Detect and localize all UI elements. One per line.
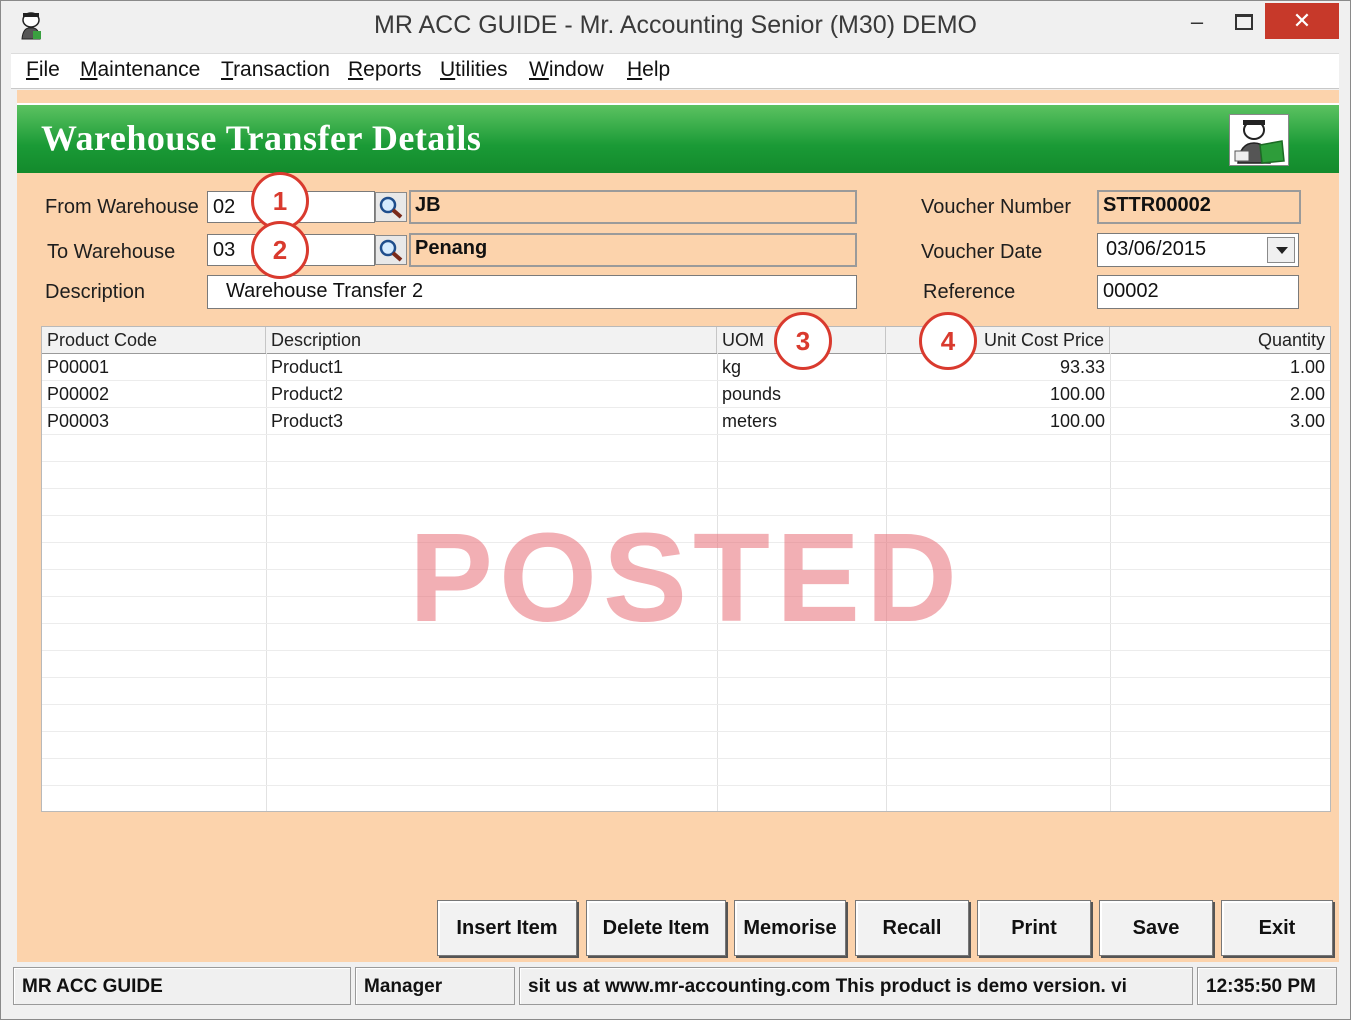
table-cell-uom[interactable]: pounds	[717, 381, 886, 407]
table-cell-unit-cost[interactable]: 93.33	[886, 354, 1110, 380]
to-warehouse-lookup-button[interactable]	[375, 235, 407, 265]
from-warehouse-label: From Warehouse	[45, 196, 199, 218]
save-button[interactable]: Save	[1099, 900, 1213, 956]
close-icon[interactable]: ✕	[1265, 3, 1339, 39]
menu-file[interactable]: File	[26, 58, 60, 82]
callout-2: 2	[251, 221, 309, 279]
from-warehouse-name: JB	[409, 190, 857, 224]
menu-transaction[interactable]: Transaction	[221, 58, 330, 82]
maximize-icon[interactable]	[1223, 7, 1263, 37]
menu-window[interactable]: Window	[529, 58, 604, 82]
table-cell-description[interactable]: Product1	[266, 354, 717, 380]
table-cell-code[interactable]: P00001	[42, 354, 266, 380]
column-header-description[interactable]: Description	[266, 327, 717, 353]
table-cell-unit-cost[interactable]: 100.00	[886, 381, 1110, 407]
table-cell-code[interactable]: P00003	[42, 408, 266, 434]
grid-header: Product Code Description UOM Unit Cost P…	[42, 327, 1330, 354]
status-clock: 12:35:50 PM	[1197, 967, 1337, 1005]
status-user: Manager	[355, 967, 515, 1005]
menu-help[interactable]: Help	[627, 58, 670, 82]
table-cell-description[interactable]: Product3	[266, 408, 717, 434]
from-warehouse-lookup-button[interactable]	[375, 192, 407, 222]
menu-utilities[interactable]: Utilities	[440, 58, 508, 82]
header-band: Warehouse Transfer Details	[17, 103, 1339, 173]
status-app-name: MR ACC GUIDE	[13, 967, 351, 1005]
posted-watermark: POSTED	[408, 507, 964, 648]
status-message: sit us at www.mr-accounting.com This pro…	[519, 967, 1193, 1005]
voucher-date-label: Voucher Date	[921, 241, 1043, 263]
column-header-quantity[interactable]: Quantity	[1110, 327, 1330, 353]
table-cell-quantity[interactable]: 3.00	[1110, 408, 1330, 434]
reference-label: Reference	[923, 281, 1016, 303]
window-title: MR ACC GUIDE - Mr. Accounting Senior (M3…	[374, 11, 977, 39]
product-grid[interactable]: Product Code Description UOM Unit Cost P…	[41, 326, 1331, 812]
menu-bar: File Maintenance Transaction Reports Uti…	[11, 53, 1339, 89]
delete-item-button[interactable]: Delete Item	[586, 900, 726, 956]
menu-maintenance[interactable]: Maintenance	[80, 58, 200, 82]
warehouse-transfer-form: Warehouse Transfer Details From Warehous…	[17, 90, 1339, 962]
voucher-number-field: STTR00002	[1097, 190, 1301, 224]
callout-3: 3	[774, 312, 832, 370]
search-icon	[379, 239, 403, 262]
table-cell-uom[interactable]: meters	[717, 408, 886, 434]
search-icon	[379, 196, 403, 219]
header-logo-icon	[1229, 114, 1289, 166]
page-title: Warehouse Transfer Details	[41, 118, 482, 158]
to-warehouse-label: To Warehouse	[47, 241, 176, 263]
title-bar[interactable]: MR ACC GUIDE - Mr. Accounting Senior (M3…	[1, 1, 1350, 51]
to-warehouse-name: Penang	[409, 233, 857, 267]
menu-reports[interactable]: Reports	[348, 58, 422, 82]
exit-button[interactable]: Exit	[1221, 900, 1333, 956]
table-cell-quantity[interactable]: 1.00	[1110, 354, 1330, 380]
table-cell-unit-cost[interactable]: 100.00	[886, 408, 1110, 434]
description-input[interactable]: Warehouse Transfer 2	[207, 275, 857, 309]
insert-item-button[interactable]: Insert Item	[437, 900, 577, 956]
chevron-down-icon[interactable]	[1267, 237, 1295, 263]
table-cell-description[interactable]: Product2	[266, 381, 717, 407]
voucher-number-label: Voucher Number	[921, 196, 1072, 218]
minimize-icon[interactable]: –	[1174, 7, 1220, 37]
status-bar: MR ACC GUIDE Manager sit us at www.mr-ac…	[11, 965, 1339, 1009]
memorise-button[interactable]: Memorise	[734, 900, 846, 956]
recall-button[interactable]: Recall	[855, 900, 969, 956]
column-header-product-code[interactable]: Product Code	[42, 327, 266, 353]
app-window: MR ACC GUIDE - Mr. Accounting Senior (M3…	[0, 0, 1351, 1020]
print-button[interactable]: Print	[977, 900, 1091, 956]
callout-4: 4	[919, 312, 977, 370]
table-cell-code[interactable]: P00002	[42, 381, 266, 407]
reference-input[interactable]: 00002	[1097, 275, 1299, 309]
description-label: Description	[45, 281, 146, 303]
table-cell-quantity[interactable]: 2.00	[1110, 381, 1330, 407]
